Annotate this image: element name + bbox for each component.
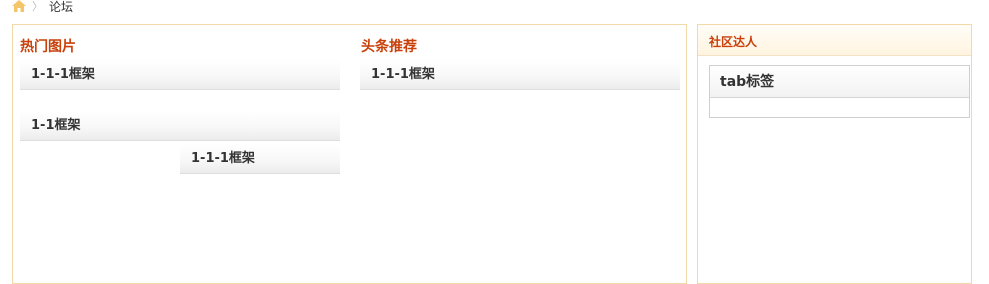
breadcrumb: 〉 论坛 bbox=[12, 0, 73, 15]
breadcrumb-current[interactable]: 论坛 bbox=[49, 0, 73, 15]
tab-label[interactable]: tab标签 bbox=[710, 66, 969, 98]
home-icon[interactable] bbox=[12, 0, 26, 12]
headline-title: 头条推荐 bbox=[361, 39, 417, 55]
community-experts-title: 社区达人 bbox=[709, 35, 758, 49]
tab-box: tab标签 bbox=[709, 65, 970, 118]
community-experts-panel: 社区达人 bbox=[697, 24, 972, 284]
frame-bar: 1-1-1框架 bbox=[20, 60, 340, 90]
frame-bar: 1-1框架 bbox=[20, 111, 340, 141]
hot-images-title: 热门图片 bbox=[20, 39, 76, 55]
breadcrumb-separator: 〉 bbox=[32, 0, 43, 13]
frame-bar: 1-1-1框架 bbox=[360, 60, 680, 90]
frame-bar: 1-1-1框架 bbox=[180, 144, 340, 174]
community-experts-header: 社区达人 bbox=[698, 25, 971, 56]
